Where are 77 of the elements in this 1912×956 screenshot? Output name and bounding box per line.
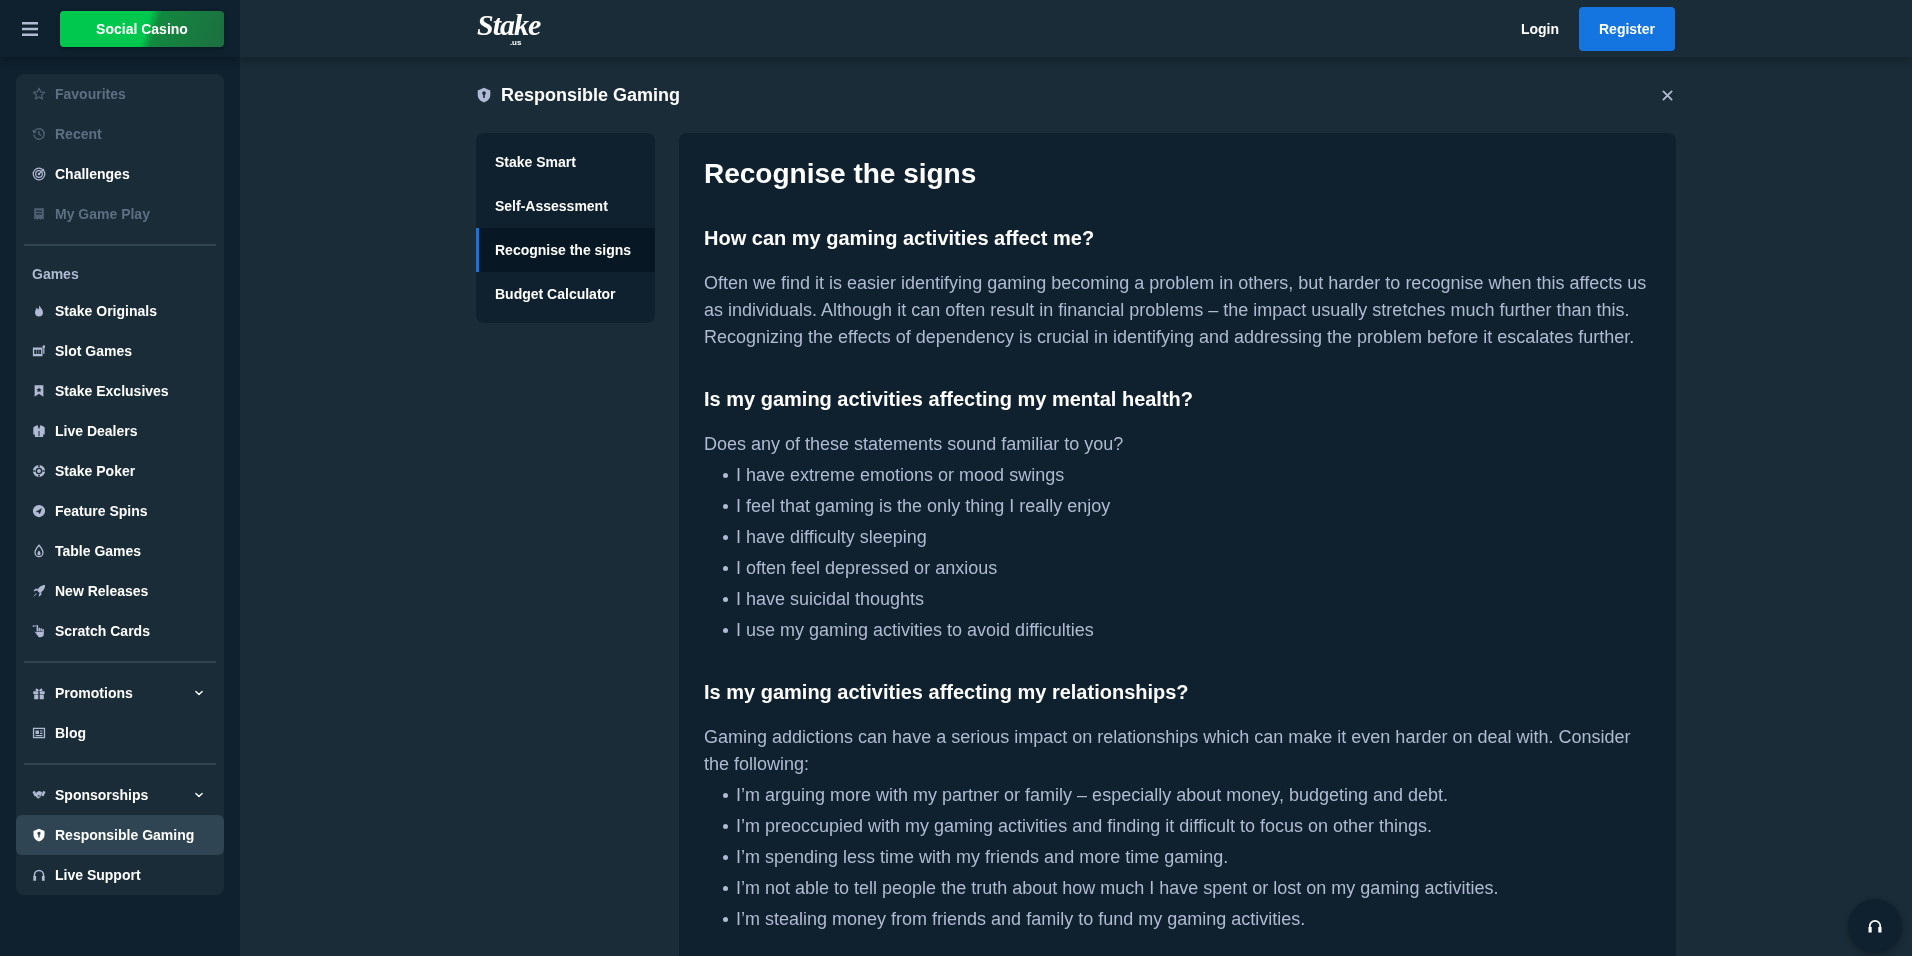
bullet-icon [723,917,728,922]
list-item: I have suicidal thoughts [736,588,925,611]
bullet-icon [723,886,728,891]
target-icon [32,167,46,181]
list-item: I’m spending less time with my friends and more time gaming. [736,846,1229,869]
sidebar-item[interactable]: Sponsorships [16,775,224,815]
newspaper-icon [32,726,46,740]
list-item: I have extreme emotions or mood swings [736,464,1065,487]
gift-icon [32,686,46,700]
logo[interactable]: Stake .us [476,10,541,47]
list-item: I use my gaming activities to avoid difficulties [736,619,1094,642]
bullet-icon [723,473,728,478]
sidebar-item[interactable]: Promotions [16,673,224,713]
bullet-icon [723,535,728,540]
list-item: I have difficulty sleeping [736,526,927,549]
hand-icon [32,624,46,638]
page-title: Responsible Gaming [501,84,681,106]
list-item: I’m stealing money from friends and family to fund my gaming activities. [736,908,1306,931]
sidebar-item[interactable]: Feature Spins [16,491,224,531]
article-title: Recognise the signs [704,157,978,191]
nav-item[interactable]: Self-Assessment [476,184,655,228]
bookmark-icon [32,384,46,398]
bullet-icon [723,824,728,829]
paragraph: Does any of these statements sound familiar to you? [704,433,1125,456]
menu-icon[interactable] [22,20,38,37]
poker-chip-icon [32,464,46,478]
sidebar-item[interactable]: Stake Originals [16,291,224,331]
bullet-icon [723,628,728,633]
sidebar-item[interactable]: Slot Games [16,331,224,371]
flame-icon [32,304,46,318]
receipt-icon [32,207,46,221]
bullet-icon [723,566,728,571]
sidebar-item[interactable]: New Releases [16,571,224,611]
jacket-icon [32,424,46,438]
headset-icon [32,868,46,882]
sidebar-item[interactable]: Live Dealers [16,411,224,451]
section-heading: Is my gaming activities affecting my relationships? [704,680,1190,704]
sidebar-item[interactable]: Responsible Gaming [16,815,224,855]
nav-item[interactable]: Stake Smart [476,140,655,184]
sidebar-item[interactable]: Challenges [16,154,224,194]
bullet-icon [723,793,728,798]
sidebar-item[interactable]: Stake Poker [16,451,224,491]
rocket-icon [32,584,46,598]
shield-icon [476,86,492,104]
close-icon[interactable] [1662,89,1673,101]
sidebar-item[interactable]: Live Support [16,855,224,895]
slot-machine-icon [32,344,46,358]
list-item: I’m not able to tell people the truth about how much I have spent or lost on my gaming activities. [736,877,1499,900]
login-button[interactable]: Login [1500,8,1579,49]
paragraph: Often we find it is easier identifying gaming becoming a problem in others, but harder to recognise when this affects us as individuals. Although it can often result in financial problems – the impact usually stretches much further than this. Recognizing the effects of dependency is crucial in identifying and addressing the problem before it escalates further. [704,272,1648,349]
support-button[interactable] [1848,899,1902,953]
register-button[interactable]: Register [1579,6,1675,51]
sidebar-item[interactable]: Blog [16,713,224,753]
list-item: I often feel depressed or anxious [736,557,998,580]
drop-icon [32,544,46,558]
sidebar-item[interactable]: Scratch Cards [16,611,224,651]
bullet-icon [723,855,728,860]
star-icon [32,87,46,101]
nav-item[interactable]: Budget Calculator [476,272,655,316]
section-heading: Is my gaming activities affecting my mental health? [704,387,1195,411]
section-heading: How can my gaming activities affect me? [704,226,1096,250]
nav-item[interactable]: Recognise the signs [476,228,655,272]
list-item: I’m arguing more with my partner or family – especially about money, budgeting and debt. [736,784,1449,807]
list-item: I feel that gaming is the only thing I really enjoy [736,495,1111,518]
sidebar-item[interactable]: Table Games [16,531,224,571]
sidebar-item[interactable]: Stake Exclusives [16,371,224,411]
handshake-icon [32,788,46,802]
bullet-icon [723,504,728,509]
list-item: I’m preoccupied with my gaming activities and finding it difficult to focus on other things. [736,815,1433,838]
paragraph: Gaming addictions can have a serious impact on relationships which can make it even harder on deal with. Consider the following: [704,726,1632,776]
plane-badge-icon [32,504,46,518]
section-label: Games [31,264,80,284]
shield-icon [32,828,46,842]
headset-icon [1867,918,1883,934]
clock-icon [32,127,46,141]
bullet-icon [723,597,728,602]
casino-button[interactable]: Social Casino [60,10,224,47]
